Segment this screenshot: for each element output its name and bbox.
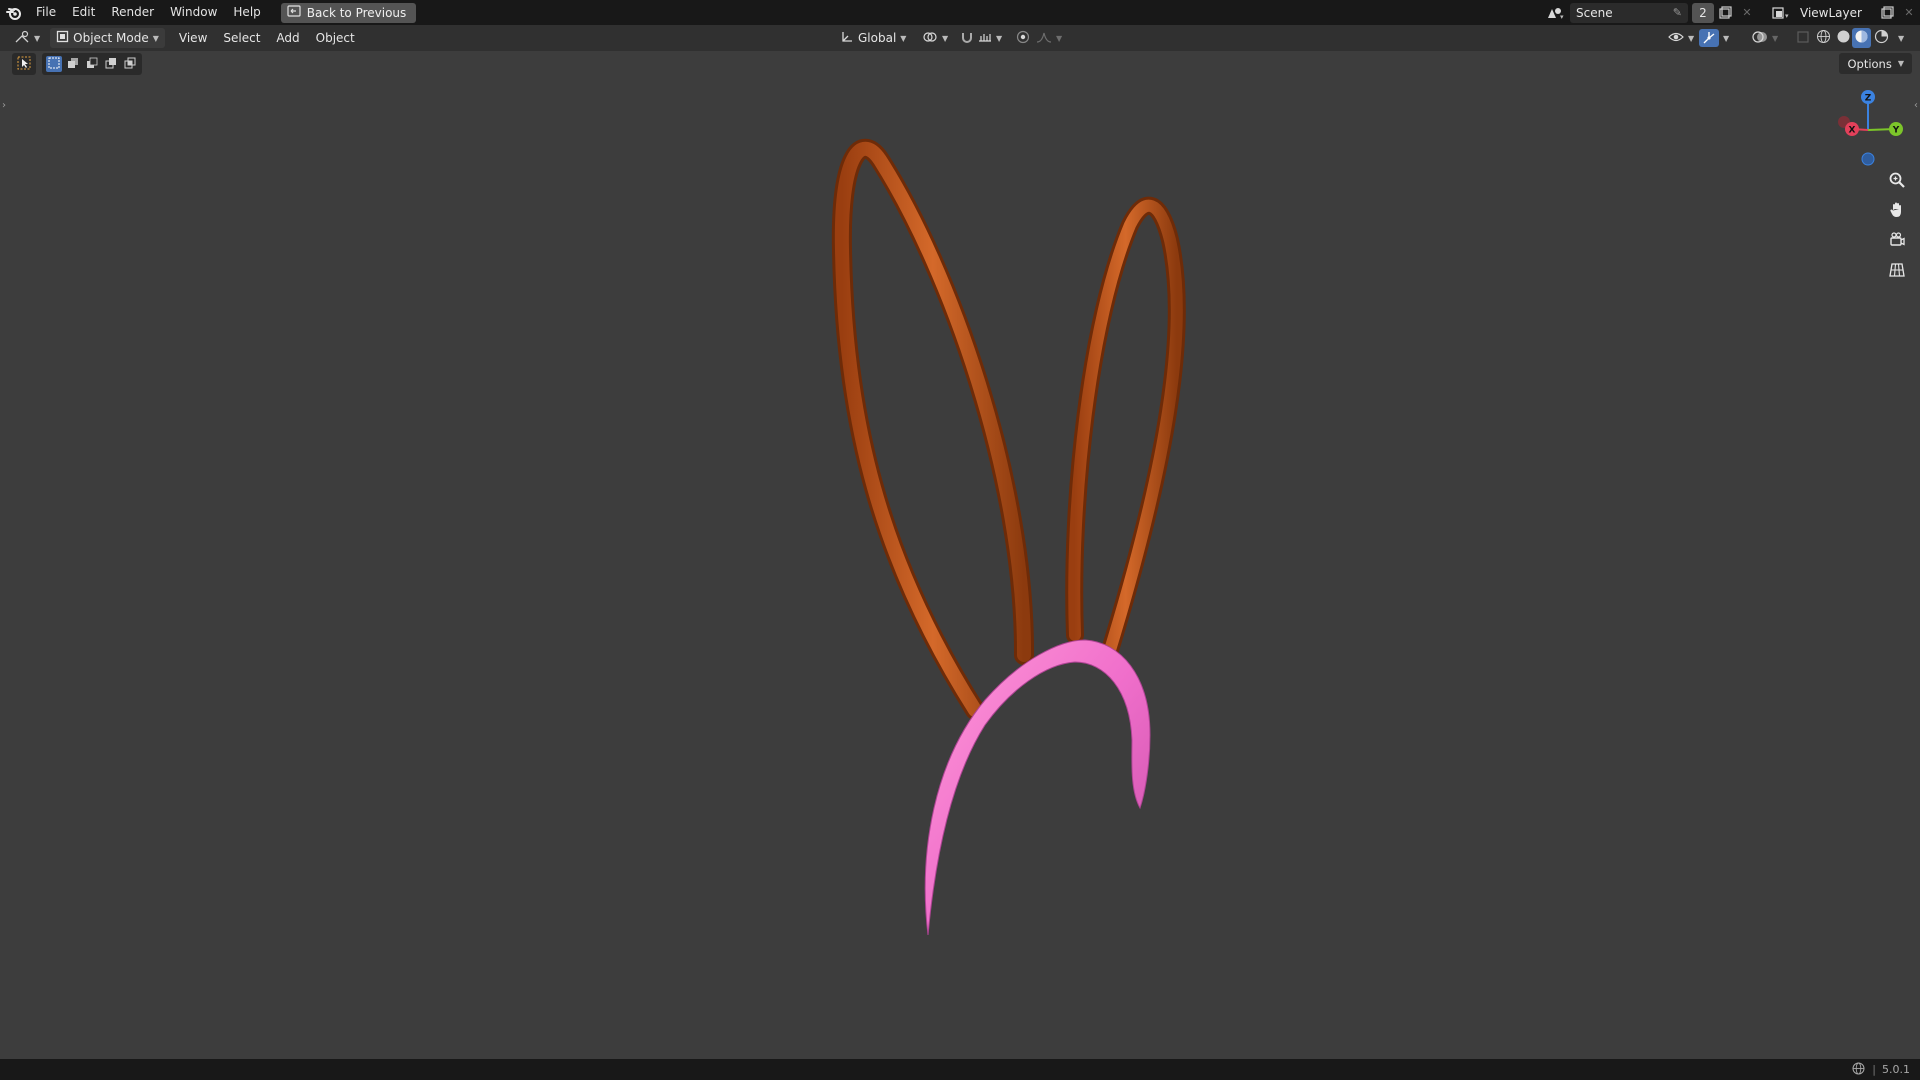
- object-visibility-dropdown[interactable]: ▼: [1662, 28, 1700, 48]
- svg-text:▾: ▾: [1785, 12, 1789, 20]
- neg-z-handle[interactable]: [1861, 152, 1875, 166]
- chevron-down-icon: ▼: [1688, 33, 1695, 43]
- menu-view[interactable]: View: [171, 25, 215, 51]
- back-to-previous-label: Back to Previous: [306, 5, 407, 20]
- scene-name: Scene: [1576, 5, 1613, 20]
- chevron-down-icon: ▼: [996, 33, 1003, 43]
- blender-logo-icon[interactable]: [0, 0, 28, 25]
- object-mode-dropdown[interactable]: Object Mode ▼: [50, 28, 165, 48]
- wireframe-sphere-icon: [1816, 29, 1831, 47]
- solid-sphere-icon: [1836, 29, 1851, 47]
- viewport-editor-icon: [14, 30, 30, 47]
- menu-render[interactable]: Render: [103, 0, 162, 25]
- top-bar: File Edit Render Window Help Back to Pre…: [0, 0, 1920, 25]
- object-mode-icon: [56, 30, 69, 46]
- menu-window[interactable]: Window: [162, 0, 225, 25]
- chevron-down-icon: ▼: [900, 33, 907, 43]
- pivot-point-icon: [922, 30, 938, 47]
- rendered-sphere-icon: [1874, 29, 1889, 47]
- chevron-down-icon: ▼: [152, 33, 159, 43]
- shading-material-button[interactable]: [1852, 28, 1871, 48]
- menu-edit[interactable]: Edit: [64, 0, 103, 25]
- back-to-previous-button[interactable]: Back to Previous: [280, 2, 417, 23]
- pivot-point-dropdown[interactable]: ▼: [916, 28, 954, 48]
- chevron-down-icon: ▼: [1772, 33, 1779, 43]
- scene-name-field[interactable]: Scene ✎: [1570, 2, 1688, 23]
- falloff-curve-icon: [1036, 30, 1052, 47]
- chevron-down-icon: ▼: [1723, 33, 1730, 43]
- right-ear-loop-highlight: [1068, 199, 1183, 656]
- hand-icon: [1888, 201, 1906, 222]
- viewport-canvas[interactable]: [0, 51, 1920, 1061]
- shading-options-dropdown[interactable]: ▼: [1892, 28, 1910, 48]
- network-globe-icon[interactable]: [1852, 1062, 1866, 1078]
- chevron-down-icon: ▼: [1056, 33, 1063, 43]
- pan-button[interactable]: [1882, 198, 1912, 224]
- shading-solid-button[interactable]: [1834, 28, 1853, 48]
- material-sphere-icon: [1854, 29, 1869, 47]
- shading-rendered-button[interactable]: [1872, 28, 1891, 48]
- object-mode-label: Object Mode: [73, 31, 149, 45]
- menu-add[interactable]: Add: [268, 25, 307, 51]
- chevron-down-icon: ▼: [1898, 33, 1905, 43]
- new-view-layer-icon[interactable]: [1876, 3, 1898, 23]
- grid-perspective-icon: [1888, 261, 1906, 282]
- overlays-icon: [1752, 30, 1768, 47]
- camera-icon: [1888, 231, 1906, 252]
- shading-wireframe-button[interactable]: [1814, 28, 1833, 48]
- view-layer-selector-icon[interactable]: ▾: [1766, 3, 1796, 23]
- y-axis-label: Y: [1892, 126, 1900, 136]
- scene-selector-icon[interactable]: ▾: [1540, 3, 1570, 23]
- menu-file[interactable]: File: [28, 0, 64, 25]
- new-scene-icon[interactable]: [1714, 3, 1736, 23]
- editor-type-button[interactable]: ▼: [8, 28, 46, 48]
- xray-icon: [1796, 30, 1810, 47]
- zoom-magnifier-icon: [1888, 171, 1906, 192]
- xray-toggle[interactable]: [1790, 28, 1816, 48]
- navigation-gizmo[interactable]: X Y Z: [1830, 88, 1910, 168]
- gizmo-icon: [1699, 29, 1719, 47]
- viewport-header: ▼ Object Mode ▼ View Select Add Object G…: [0, 25, 1920, 51]
- global-orientation-icon: [840, 30, 854, 47]
- z-axis-label: Z: [1865, 94, 1872, 104]
- menu-help[interactable]: Help: [225, 0, 268, 25]
- snap-target-dropdown[interactable]: ▼: [972, 28, 1008, 48]
- delete-scene-icon[interactable]: ✕: [1736, 3, 1758, 23]
- svg-text:▾: ▾: [1560, 13, 1564, 20]
- scene-users-count: 2: [1692, 2, 1714, 23]
- perspective-toggle-button[interactable]: [1882, 258, 1912, 284]
- chevron-down-icon: ▼: [942, 33, 949, 43]
- top-right-group: ▾ Scene ✎ 2 ✕ ▾ ViewLayer ✕: [1540, 0, 1920, 25]
- menu-select[interactable]: Select: [215, 25, 268, 51]
- transform-orientation-label: Global: [858, 31, 897, 45]
- chevron-down-icon: ▼: [34, 33, 41, 43]
- snap-increment-icon: [978, 30, 992, 47]
- back-screen-icon: [287, 5, 301, 20]
- pin-icon[interactable]: ✎: [1673, 6, 1682, 19]
- proportional-falloff-dropdown[interactable]: ▼: [1030, 28, 1068, 48]
- transform-orientation-dropdown[interactable]: Global ▼: [834, 28, 912, 48]
- camera-view-button[interactable]: [1882, 228, 1912, 254]
- menu-object[interactable]: Object: [308, 25, 363, 51]
- status-separator: |: [1872, 1063, 1876, 1076]
- blender-version: 5.0.1: [1882, 1063, 1910, 1076]
- delete-view-layer-icon[interactable]: ✕: [1898, 3, 1920, 23]
- overlays-toggle[interactable]: ▼: [1746, 28, 1784, 48]
- view-layer-name[interactable]: ViewLayer: [1796, 6, 1876, 20]
- proportional-edit-icon: [1016, 30, 1030, 47]
- x-axis-label: X: [1849, 126, 1856, 136]
- zoom-button[interactable]: [1882, 168, 1912, 194]
- status-bar: | 5.0.1: [0, 1059, 1920, 1080]
- gizmo-toggle[interactable]: ▼: [1696, 28, 1732, 48]
- eye-selectability-icon: [1668, 30, 1684, 47]
